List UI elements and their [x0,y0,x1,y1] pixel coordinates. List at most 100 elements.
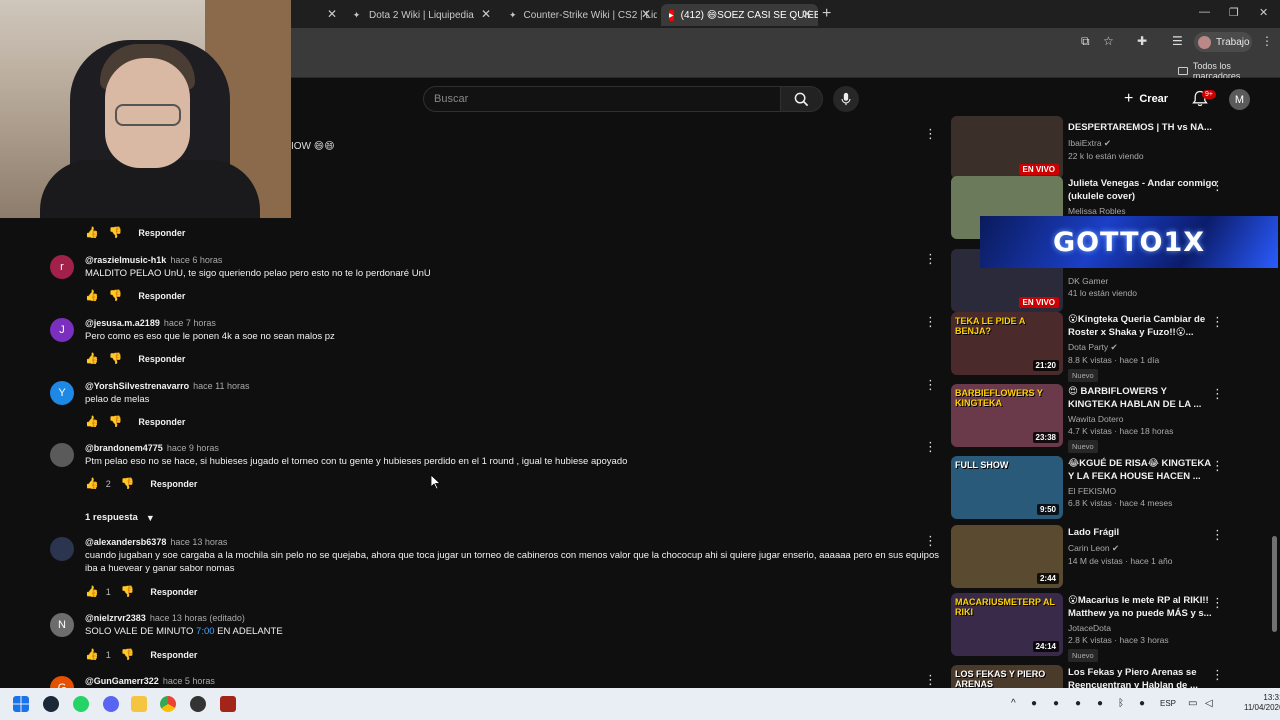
dislike-icon[interactable]: 👎 [109,415,123,428]
video-channel[interactable]: Dota Party ✔ [1068,342,1218,353]
comment-avatar[interactable]: N [50,613,74,637]
system-clock[interactable]: 13:31 11/04/2026 [1244,693,1280,713]
dislike-icon[interactable]: 👎 [121,648,135,661]
reply-button[interactable]: Responder [138,291,185,301]
author-handle[interactable]: @YorshSilvestrenavarro [85,381,189,391]
video-thumbnail[interactable]: FULL SHOW 9:50 [951,456,1063,519]
author-handle[interactable]: @brandonem4775 [85,443,163,453]
like-icon[interactable]: 👍 [85,648,99,661]
video-thumbnail[interactable]: 2:44 [951,525,1063,588]
dislike-icon[interactable]: 👎 [121,585,135,598]
video-thumbnail[interactable]: TEKA LE PIDE A BENJA? 21:20 [951,312,1063,375]
like-icon[interactable]: 👍 [85,289,99,302]
video-thumbnail[interactable]: EN VIVO [951,116,1063,179]
video-menu-icon[interactable]: ⋮ [1211,527,1224,543]
close-icon[interactable]: ✕ [481,7,491,21]
comment-menu-icon[interactable]: ⋮ [924,251,937,267]
comment-author[interactable]: @brandonem4775 hace 9 horas [85,443,219,453]
video-channel[interactable]: Carin Leon ✔ [1068,543,1218,554]
comment-author[interactable]: @alexandersb6378 hace 13 horas [85,537,227,547]
chrome-icon[interactable] [160,696,176,712]
author-handle[interactable]: @alexandersb6378 [85,537,166,547]
video-channel[interactable]: Melissa Robles [1068,206,1218,216]
reply-button[interactable]: Responder [138,228,185,238]
video-menu-icon[interactable]: ⋮ [1211,178,1224,194]
video-menu-icon[interactable]: ⋮ [1211,386,1224,402]
tray-app-icon[interactable]: ● [1053,698,1059,709]
reply-button[interactable]: Responder [138,417,185,427]
like-icon[interactable]: 👍 [85,477,99,490]
profile-button[interactable]: Trabajo [1194,32,1252,52]
comment-time[interactable]: hace 11 horas [193,381,249,391]
close-icon[interactable]: ✕ [802,7,812,21]
tab-cs-wiki[interactable]: ✦ Counter-Strike Wiki | CS2 | Liqu ✕ [501,4,657,26]
like-icon[interactable]: 👍 [85,585,99,598]
bookmark-star-icon[interactable]: ☆ [1103,34,1114,48]
comment-author[interactable]: @GunGamerr322 hace 5 horas [85,676,215,686]
whatsapp-icon[interactable] [73,696,89,712]
discord-icon[interactable] [103,696,119,712]
video-channel[interactable]: JotaceDota [1068,623,1218,633]
comment-author[interactable]: @jesusa.m.a2189 hace 7 horas [85,318,216,328]
video-channel[interactable]: El FEKISMO [1068,486,1218,496]
like-icon[interactable]: 👍 [85,352,99,365]
author-handle[interactable]: @GunGamerr322 [85,676,159,686]
windows-start-icon[interactable] [13,696,29,712]
video-thumbnail[interactable]: LOS FEKAS Y PIERO ARENAS [951,665,1063,688]
comment-menu-icon[interactable]: ⋮ [924,439,937,455]
comment-menu-icon[interactable]: ⋮ [924,533,937,549]
bluetooth-icon[interactable]: ᛒ [1118,698,1124,709]
tray-overflow-icon[interactable]: ^ [1011,698,1016,709]
page-scrollbar[interactable] [1271,120,1278,688]
reply-button[interactable]: Responder [150,479,197,489]
comment-author[interactable]: @YorshSilvestrenavarro hace 11 horas [85,381,250,391]
like-icon[interactable]: 👍 [85,415,99,428]
comment-time[interactable]: hace 9 horas [167,443,219,453]
dislike-icon[interactable]: 👎 [109,352,123,365]
comment-avatar[interactable]: r [50,255,74,279]
tray-app-icon[interactable]: ● [1075,698,1081,709]
tab-partial[interactable]: ✕ [295,4,343,26]
video-title[interactable]: 😍 BARBIFLOWERS Y KINGTEKA HABLAN DE LA .… [1068,386,1218,411]
extensions-icon[interactable]: ✚ [1137,34,1147,48]
volume-icon[interactable]: ◁ [1205,698,1213,709]
install-app-icon[interactable]: ⧉ [1081,34,1090,49]
video-title[interactable]: Los Fekas y Piero Arenas se Reencuentran… [1068,667,1218,688]
author-handle[interactable]: @raszielmusic-h1k [85,255,166,265]
video-channel[interactable]: DK Gamer [1068,276,1218,286]
restore-button[interactable]: ❐ [1229,6,1239,19]
comment-menu-icon[interactable]: ⋮ [924,314,937,330]
obs-icon[interactable] [190,696,206,712]
tray-app-icon[interactable]: ● [1031,698,1037,709]
video-title[interactable]: Julieta Venegas - Andar conmigo (ukulele… [1068,178,1218,203]
video-menu-icon[interactable]: ⋮ [1211,314,1224,330]
search-button[interactable] [781,86,823,112]
dota2-icon[interactable] [220,696,236,712]
video-channel[interactable]: IbaiExtra ✔ [1068,138,1218,149]
scrollbar-thumb[interactable] [1272,536,1277,632]
comment-menu-icon[interactable]: ⋮ [924,672,937,688]
user-avatar[interactable]: M [1229,89,1250,110]
reply-button[interactable]: Responder [150,587,197,597]
dislike-icon[interactable]: 👎 [109,289,123,302]
video-menu-icon[interactable]: ⋮ [1211,458,1224,474]
video-menu-icon[interactable]: ⋮ [1211,667,1224,683]
video-title[interactable]: DESPERTAREMOS | TH vs NA... [1068,122,1218,135]
comment-menu-icon[interactable]: ⋮ [924,126,937,142]
comment-time[interactable]: hace 13 horas (editado) [150,613,245,623]
video-title[interactable]: Lado Frágil [1068,527,1218,540]
close-window-button[interactable]: ✕ [1259,6,1268,19]
tab-dota-wiki[interactable]: ✦ Dota 2 Wiki | Liquipedia ✕ [343,4,497,26]
file-explorer-icon[interactable] [131,696,147,712]
more-menu-icon[interactable]: ⋮ [1261,34,1273,48]
comment-avatar[interactable]: Y [50,381,74,405]
comment-time[interactable]: hace 13 horas [170,537,227,547]
comment-time[interactable]: hace 6 horas [170,255,222,265]
video-title[interactable]: 😮Kingteka Queria Cambiar de Roster x Sha… [1068,314,1218,339]
channel-name[interactable]: Dota Party [1068,342,1108,352]
video-channel[interactable]: Wawita Dotero [1068,414,1218,424]
close-icon[interactable]: ✕ [641,7,651,21]
video-thumbnail[interactable]: BARBIEFLOWERS Y KINGTEKA 23:38 [951,384,1063,447]
microphone-tray-icon[interactable]: ● [1139,698,1145,709]
channel-name[interactable]: Carin Leon [1068,543,1110,553]
